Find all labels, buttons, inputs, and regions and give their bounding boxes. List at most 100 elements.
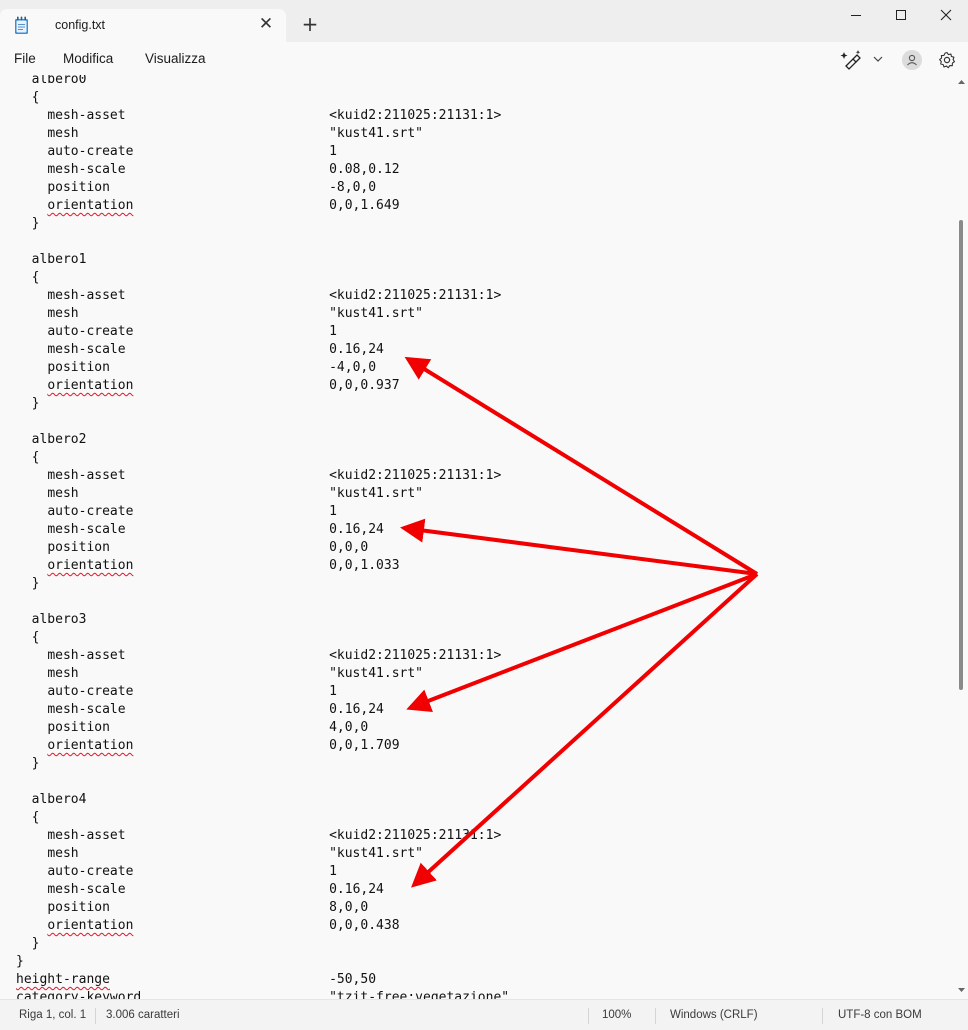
editor-line[interactable]: albero0 bbox=[16, 75, 509, 89]
editor-line[interactable]: auto-create 1 bbox=[16, 683, 509, 701]
editor-line[interactable]: mesh-asset <kuid2:211025:21131:1> bbox=[16, 467, 509, 485]
editor-line[interactable]: } bbox=[16, 395, 509, 413]
config-value: "kust41.srt" bbox=[329, 666, 423, 681]
editor-line[interactable]: auto-create 1 bbox=[16, 323, 509, 341]
scroll-down-icon[interactable] bbox=[957, 986, 966, 994]
config-value: 0.16,24 bbox=[329, 702, 384, 717]
editor-line[interactable]: mesh "kust41.srt" bbox=[16, 305, 509, 323]
editor-line[interactable]: mesh-scale 0.16,24 bbox=[16, 341, 509, 359]
editor-line[interactable]: { bbox=[16, 629, 509, 647]
editor-line[interactable]: orientation 0,0,1.033 bbox=[16, 557, 509, 575]
config-text: albero3 bbox=[31, 612, 87, 627]
close-icon bbox=[940, 9, 952, 21]
editor-line[interactable]: } bbox=[16, 935, 509, 953]
config-text: albero1 bbox=[31, 252, 87, 267]
editor-line[interactable]: mesh-scale 0.16,24 bbox=[16, 701, 509, 719]
editor-line[interactable]: orientation 0,0,1.709 bbox=[16, 737, 509, 755]
editor-line[interactable]: mesh "kust41.srt" bbox=[16, 665, 509, 683]
editor-line[interactable]: { bbox=[16, 269, 509, 287]
editor-line[interactable]: } bbox=[16, 215, 509, 233]
editor-line[interactable]: position 0,0,0 bbox=[16, 539, 509, 557]
scroll-thumb[interactable] bbox=[959, 220, 963, 690]
editor-line[interactable] bbox=[16, 593, 509, 611]
config-key: position bbox=[47, 540, 110, 555]
config-text: albero2 bbox=[31, 432, 87, 447]
text-editor[interactable]: albero0 { mesh-asset <kuid2:211025:21131… bbox=[0, 75, 955, 999]
editor-line[interactable]: position 4,0,0 bbox=[16, 719, 509, 737]
config-key: position bbox=[47, 360, 110, 375]
config-value: 1 bbox=[329, 324, 337, 339]
vertical-scrollbar[interactable] bbox=[955, 75, 968, 999]
line-ending[interactable]: Windows (CRLF) bbox=[670, 1009, 758, 1021]
editor-line[interactable]: } bbox=[16, 953, 509, 971]
editor-line[interactable]: position 8,0,0 bbox=[16, 899, 509, 917]
editor-line[interactable]: mesh-asset <kuid2:211025:21131:1> bbox=[16, 647, 509, 665]
editor-line[interactable] bbox=[16, 233, 509, 251]
copilot-button[interactable] bbox=[838, 47, 888, 71]
editor-line[interactable]: auto-create 1 bbox=[16, 863, 509, 881]
editor-line[interactable]: mesh-scale 0.16,24 bbox=[16, 881, 509, 899]
editor-line[interactable]: { bbox=[16, 449, 509, 467]
editor-line[interactable]: albero2 bbox=[16, 431, 509, 449]
menu-file[interactable]: File bbox=[14, 51, 36, 66]
editor-line[interactable] bbox=[16, 413, 509, 431]
editor-line[interactable]: position -8,0,0 bbox=[16, 179, 509, 197]
settings-button[interactable] bbox=[937, 50, 957, 70]
zoom-level[interactable]: 100% bbox=[602, 1009, 631, 1021]
menu-view[interactable]: Visualizza bbox=[145, 51, 206, 66]
config-value: 0.16,24 bbox=[329, 522, 384, 537]
config-key: mesh-scale bbox=[47, 702, 126, 717]
config-value: <kuid2:211025:21131:1> bbox=[329, 288, 502, 303]
editor-line[interactable]: } bbox=[16, 755, 509, 773]
maximize-button[interactable] bbox=[878, 0, 924, 30]
config-key: mesh-asset bbox=[47, 648, 126, 663]
editor-line[interactable]: albero3 bbox=[16, 611, 509, 629]
config-key: category-keyword bbox=[16, 990, 142, 999]
config-key: orientation bbox=[47, 378, 134, 393]
status-divider bbox=[822, 1008, 823, 1024]
editor-line[interactable]: mesh "kust41.srt" bbox=[16, 125, 509, 143]
minimize-button[interactable] bbox=[833, 0, 879, 30]
editor-line[interactable] bbox=[16, 773, 509, 791]
tab-config[interactable]: config.txt ✕ bbox=[0, 9, 286, 42]
editor-line[interactable]: mesh-scale 0.16,24 bbox=[16, 521, 509, 539]
scroll-up-icon[interactable] bbox=[957, 78, 966, 86]
config-text: } bbox=[31, 576, 40, 591]
status-bar: Riga 1, col. 1 3.006 caratteri 100% Wind… bbox=[0, 999, 968, 1030]
editor-line[interactable]: { bbox=[16, 89, 509, 107]
editor-line[interactable]: height-range -50,50 bbox=[16, 971, 509, 989]
config-key: mesh bbox=[47, 306, 79, 321]
editor-line[interactable]: mesh-asset <kuid2:211025:21131:1> bbox=[16, 107, 509, 125]
editor-line[interactable]: auto-create 1 bbox=[16, 503, 509, 521]
config-text: } bbox=[16, 954, 24, 969]
editor-line[interactable]: } bbox=[16, 575, 509, 593]
close-button[interactable] bbox=[923, 0, 968, 30]
config-key: auto-create bbox=[47, 144, 134, 159]
editor-line[interactable]: mesh "kust41.srt" bbox=[16, 845, 509, 863]
editor-line[interactable]: orientation 0,0,0.937 bbox=[16, 377, 509, 395]
menu-edit[interactable]: Modifica bbox=[63, 51, 113, 66]
editor-line[interactable]: albero1 bbox=[16, 251, 509, 269]
config-key: mesh-scale bbox=[47, 162, 126, 177]
copilot-pen-icon bbox=[840, 50, 883, 70]
editor-line[interactable]: { bbox=[16, 809, 509, 827]
config-key: orientation bbox=[47, 738, 134, 753]
editor-line[interactable]: mesh "kust41.srt" bbox=[16, 485, 509, 503]
editor-line[interactable]: mesh-asset <kuid2:211025:21131:1> bbox=[16, 287, 509, 305]
editor-line[interactable]: mesh-scale 0.08,0.12 bbox=[16, 161, 509, 179]
editor-line[interactable]: auto-create 1 bbox=[16, 143, 509, 161]
config-value: 0,0,0.438 bbox=[329, 918, 400, 933]
encoding[interactable]: UTF-8 con BOM bbox=[838, 1009, 922, 1021]
editor-line[interactable]: orientation 0,0,0.438 bbox=[16, 917, 509, 935]
editor-line[interactable]: position -4,0,0 bbox=[16, 359, 509, 377]
config-value: 1 bbox=[329, 504, 337, 519]
editor-line[interactable]: orientation 0,0,1.649 bbox=[16, 197, 509, 215]
editor-line[interactable]: category-keyword "tzit-free:vegetazione" bbox=[16, 989, 509, 999]
tab-close-icon[interactable]: ✕ bbox=[256, 14, 276, 34]
editor-line[interactable]: mesh-asset <kuid2:211025:21131:1> bbox=[16, 827, 509, 845]
account-button[interactable] bbox=[902, 50, 922, 70]
editor-line[interactable]: albero4 bbox=[16, 791, 509, 809]
editor-content[interactable]: albero0 { mesh-asset <kuid2:211025:21131… bbox=[16, 75, 509, 999]
new-tab-button[interactable]: + bbox=[299, 13, 321, 35]
config-key: auto-create bbox=[47, 504, 134, 519]
